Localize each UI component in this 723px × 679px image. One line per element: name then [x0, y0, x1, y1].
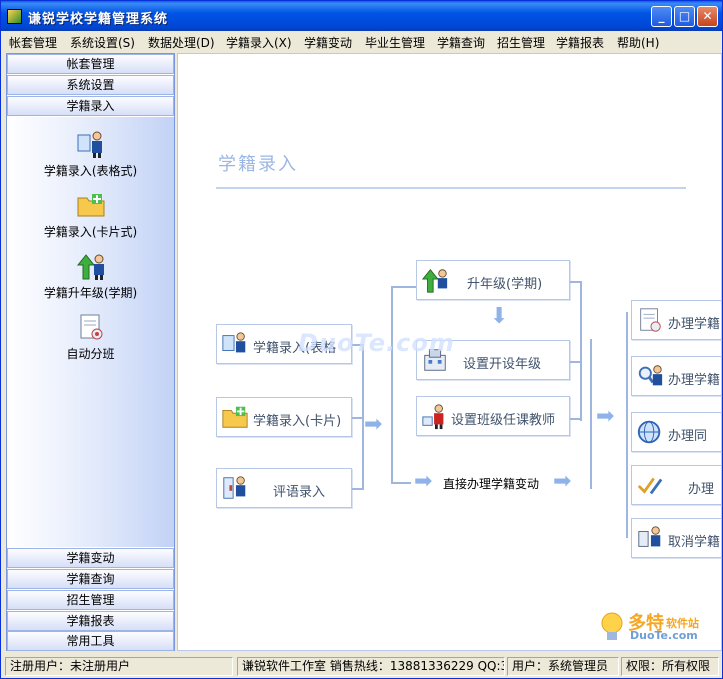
- watermark-text: DuoTe.com: [298, 329, 455, 357]
- globe-icon: [637, 420, 661, 444]
- person-door-icon: [223, 476, 246, 499]
- flow-process-record-2[interactable]: 办理学籍: [631, 356, 721, 396]
- document-gear-icon: [640, 308, 661, 332]
- menu-account[interactable]: 帐套管理: [9, 34, 57, 51]
- tool-auto-class[interactable]: 自动分班: [7, 312, 174, 362]
- flow-arrow-icon: ⬇: [490, 304, 509, 329]
- person-form-icon: [222, 332, 246, 353]
- menu-enrollment[interactable]: 招生管理: [497, 34, 545, 51]
- connector: [626, 312, 628, 538]
- heading-divider: [216, 187, 686, 189]
- flow-entry-card[interactable]: 学籍录入(卡片): [216, 397, 352, 437]
- menu-data-processing[interactable]: 数据处理(D): [148, 34, 215, 51]
- connector: [352, 488, 362, 490]
- nav-record-change[interactable]: 学籍变动: [7, 548, 174, 568]
- flow-label: 设置开设年级: [463, 357, 542, 372]
- connector: [590, 339, 592, 489]
- left-navigation: 帐套管理 系统设置 学籍录入 学籍录入(表格式) 学籍录入(卡片式) 学籍升年级…: [6, 53, 175, 651]
- folder-add-icon: [222, 406, 248, 428]
- nav-record-query[interactable]: 学籍查询: [7, 569, 174, 589]
- teacher-icon: [422, 404, 444, 430]
- menu-record-change[interactable]: 学籍变动: [304, 34, 352, 51]
- tool-entry-card[interactable]: 学籍录入(卡片式): [7, 190, 174, 240]
- search-person-icon: [638, 365, 663, 386]
- tool-label: 学籍升年级(学期): [43, 286, 138, 300]
- promote-person-icon: [421, 268, 448, 293]
- flow-cancel-record[interactable]: 取消学籍: [631, 518, 721, 558]
- menu-reports[interactable]: 学籍报表: [556, 34, 604, 51]
- nav-tool-panel: 学籍录入(表格式) 学籍录入(卡片式) 学籍升年级(学期) 自动分班: [7, 117, 174, 547]
- flow-process-record-1[interactable]: 办理学籍: [631, 300, 721, 340]
- flow-arrow-icon: ➡: [553, 469, 572, 494]
- check-pencil-icon: [637, 477, 663, 495]
- page-title: 学籍录入: [218, 154, 298, 175]
- flow-arrow-icon: ➡: [364, 412, 383, 437]
- flow-label: 评语录入: [273, 485, 326, 500]
- tool-label: 学籍录入(表格式): [43, 164, 138, 178]
- status-company: 谦锐软件工作室 销售热线：13881336229 QQ:307: [237, 657, 505, 676]
- flow-promote[interactable]: 升年级(学期): [416, 260, 570, 300]
- direct-change-link[interactable]: 直接办理学籍变动: [443, 475, 539, 492]
- flow-process-other[interactable]: 办理: [631, 465, 721, 505]
- workflow-pane: 学籍录入 学籍录入(表格 学籍录入(卡片) 评语录入 ➡ 升年级(学期) ⬇ 设…: [177, 53, 722, 651]
- flow-label: 取消学籍: [668, 535, 721, 550]
- folder-add-icon: [77, 194, 104, 217]
- person-form-icon: [77, 131, 102, 158]
- connector: [352, 417, 362, 419]
- flow-set-teachers[interactable]: 设置班级任课教师: [416, 396, 570, 436]
- flow-label: 办理同: [668, 429, 708, 444]
- flow-label: 升年级(学期): [467, 277, 543, 292]
- flow-comment-entry[interactable]: 评语录入: [216, 468, 352, 508]
- flow-label: 办理: [688, 482, 715, 497]
- status-registered-user: 注册用户：未注册用户: [5, 657, 233, 676]
- connector: [580, 281, 582, 421]
- nav-enrollment[interactable]: 招生管理: [7, 590, 174, 610]
- minimize-button[interactable]: _: [651, 6, 672, 27]
- connector: [391, 482, 411, 484]
- close-button[interactable]: ✕: [697, 6, 718, 27]
- menu-record-query[interactable]: 学籍查询: [437, 34, 485, 51]
- tool-label: 自动分班: [66, 347, 115, 361]
- connector: [391, 286, 417, 288]
- window-title: 谦锐学校学籍管理系统: [28, 12, 169, 27]
- tool-label: 学籍录入(卡片式): [43, 225, 138, 239]
- site-watermark: 多特 软件站 DuoTe.com: [598, 609, 720, 649]
- cancel-person-icon: [638, 526, 661, 547]
- connector: [570, 418, 582, 420]
- menu-system-settings[interactable]: 系统设置(S): [70, 34, 135, 51]
- flow-process-same[interactable]: 办理同: [631, 412, 721, 452]
- flow-arrow-icon: ➡: [414, 469, 433, 494]
- flow-arrow-icon: ➡: [596, 404, 615, 429]
- nav-common-tools[interactable]: 常用工具: [7, 631, 174, 651]
- nav-reports[interactable]: 学籍报表: [7, 611, 174, 631]
- status-permission: 权限：所有权限: [621, 657, 719, 676]
- nav-system-settings[interactable]: 系统设置: [7, 75, 174, 95]
- status-operator: 用户：系统管理员: [507, 657, 619, 676]
- nav-record-entry[interactable]: 学籍录入: [7, 96, 174, 116]
- maximize-button[interactable]: □: [674, 6, 695, 27]
- app-logo-icon: [7, 9, 22, 24]
- app-window: 谦锐学校学籍管理系统 _ □ ✕ 帐套管理 系统设置(S) 数据处理(D) 学籍…: [0, 0, 723, 679]
- site-domain: DuoTe.com: [630, 629, 698, 642]
- title-bar[interactable]: 谦锐学校学籍管理系统 _ □ ✕: [1, 1, 722, 31]
- flow-label: 办理学籍: [668, 317, 721, 332]
- flow-label: 办理学籍: [668, 373, 721, 388]
- flow-label: 学籍录入(卡片): [253, 414, 342, 429]
- document-gear-icon: [80, 314, 102, 340]
- flow-label: 设置班级任课教师: [451, 413, 556, 428]
- promote-person-icon: [76, 254, 104, 280]
- nav-account[interactable]: 帐套管理: [7, 54, 174, 74]
- menu-record-entry[interactable]: 学籍录入(X): [226, 34, 292, 51]
- status-bar: 注册用户：未注册用户 谦锐软件工作室 销售热线：13881336229 QQ:3…: [1, 655, 722, 678]
- menu-graduates[interactable]: 毕业生管理: [365, 34, 425, 51]
- menu-bar: 帐套管理 系统设置(S) 数据处理(D) 学籍录入(X) 学籍变动 毕业生管理 …: [1, 31, 722, 51]
- tool-entry-table[interactable]: 学籍录入(表格式): [7, 129, 174, 179]
- lightbulb-icon: [601, 612, 623, 640]
- connector: [391, 286, 393, 484]
- tool-promote[interactable]: 学籍升年级(学期): [7, 251, 174, 301]
- connector: [570, 361, 582, 363]
- menu-help[interactable]: 帮助(H): [617, 34, 659, 51]
